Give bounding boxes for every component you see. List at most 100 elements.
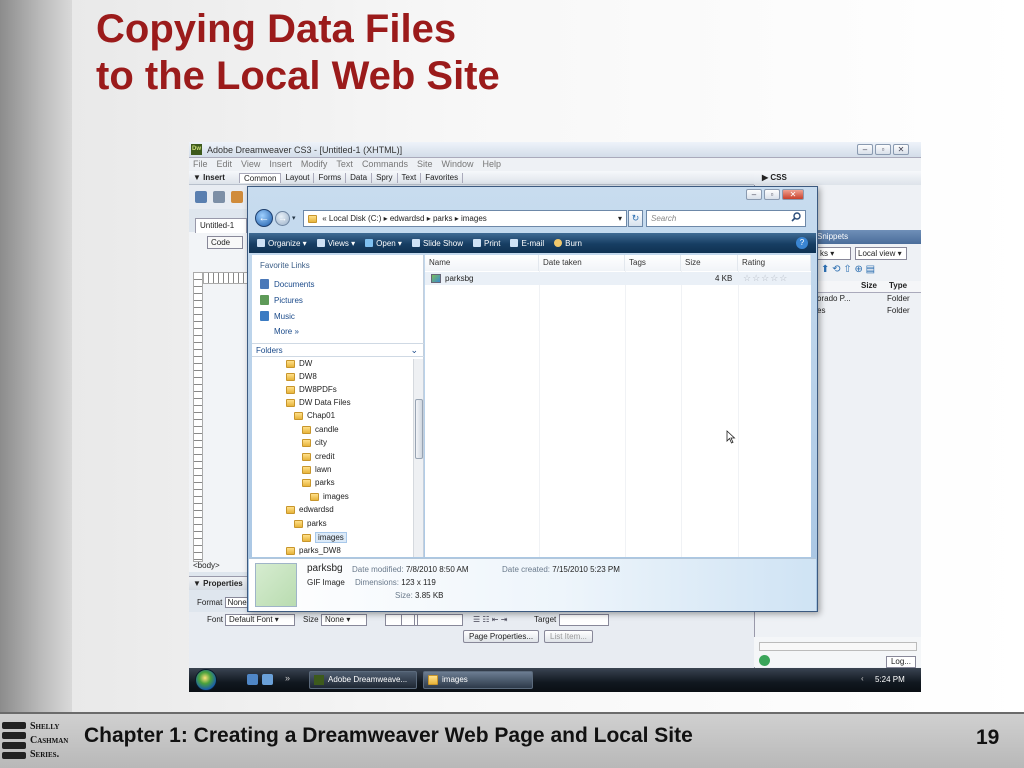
files-panel-row[interactable]: orado P... Folder	[817, 294, 921, 306]
files-col-size[interactable]: Size	[861, 281, 877, 290]
taskbar-clock[interactable]: 5:24 PM	[875, 675, 905, 684]
css-panel-header[interactable]: ▶ CSS	[754, 171, 921, 185]
snippets-tab[interactable]: Snippets	[817, 232, 848, 241]
tree-folder[interactable]: lawn	[302, 465, 331, 474]
column-size[interactable]: Size	[681, 255, 738, 271]
insert-tab-spry[interactable]: Spry	[372, 173, 398, 183]
insert-tab-data[interactable]: Data	[346, 173, 373, 183]
print-button[interactable]: Print	[472, 239, 500, 248]
organize-menu[interactable]: Organize ▾	[257, 239, 307, 248]
tree-folder-selected[interactable]: images	[302, 532, 347, 543]
tree-folder[interactable]: parks	[294, 519, 327, 528]
tree-folder[interactable]: candle	[302, 425, 339, 434]
recent-pages-chevron-icon[interactable]: ▾	[292, 214, 296, 222]
tag-selector[interactable]: <body>	[193, 561, 220, 570]
restore-button[interactable]: ▫	[875, 144, 891, 155]
size-select[interactable]: None ▾	[321, 614, 367, 626]
tray-chevron-icon[interactable]: ‹	[861, 674, 864, 683]
help-icon[interactable]: ?	[796, 237, 808, 249]
tree-folder[interactable]: parks_DW8	[286, 546, 341, 555]
menu-insert[interactable]: Insert	[269, 158, 292, 171]
taskbar-dreamweaver[interactable]: Adobe Dreamweave...	[309, 671, 417, 689]
menu-view[interactable]: View	[241, 158, 260, 171]
color-field[interactable]	[417, 614, 463, 626]
start-button[interactable]	[195, 669, 217, 691]
menu-help[interactable]: Help	[482, 158, 501, 171]
explorer-close-button[interactable]: ✕	[782, 189, 804, 200]
taskbar-explorer[interactable]: images	[423, 671, 533, 689]
menu-text[interactable]: Text	[336, 158, 353, 171]
column-name[interactable]: Name	[425, 255, 539, 271]
tree-folder[interactable]: DW8PDFs	[286, 385, 337, 394]
files-horizontal-scrollbar[interactable]	[759, 642, 917, 651]
tree-folder[interactable]: parks	[302, 478, 335, 487]
tree-folder[interactable]: DW Data Files	[286, 398, 351, 407]
refresh-button[interactable]: ↻	[628, 210, 643, 227]
files-panel-row[interactable]: es Folder	[817, 306, 921, 318]
close-button[interactable]: ✕	[893, 144, 909, 155]
slide-show-button[interactable]: Slide Show	[411, 239, 463, 248]
email-link-icon[interactable]	[213, 191, 225, 203]
insert-tab-forms[interactable]: Forms	[314, 173, 347, 183]
address-bar[interactable]: « Local Disk (C:) ▸ edwardsd ▸ parks ▸ i…	[303, 210, 627, 227]
explorer-minimize-button[interactable]: –	[746, 189, 762, 200]
files-panel-toolbar-icons[interactable]: ⬆ ⟲ ⇧ ⊕ ▤	[821, 264, 875, 275]
search-input[interactable]: Search	[646, 210, 806, 227]
insert-tab-favorites[interactable]: Favorites	[421, 173, 464, 183]
tree-folder[interactable]: edwardsd	[286, 505, 334, 514]
file-rating[interactable]: ☆☆☆☆☆	[743, 272, 788, 285]
hyperlink-icon[interactable]	[195, 191, 207, 203]
open-menu[interactable]: Open ▾	[365, 239, 402, 248]
forward-button[interactable]: →	[275, 211, 290, 226]
files-col-type[interactable]: Type	[889, 281, 907, 290]
favorite-link-pictures[interactable]: Pictures	[260, 295, 303, 305]
menu-edit[interactable]: Edit	[217, 158, 233, 171]
show-desktop-icon[interactable]	[247, 674, 258, 685]
target-select[interactable]	[559, 614, 609, 626]
menu-file[interactable]: File	[193, 158, 208, 171]
tree-folder[interactable]: Chap01	[294, 411, 335, 420]
list-indent-icons[interactable]: ☰ ☷ ⇤ ⇥	[473, 615, 507, 624]
address-dropdown-icon[interactable]: ▾	[618, 211, 622, 226]
burn-button[interactable]: Burn	[554, 239, 582, 248]
log-button[interactable]: Log...	[886, 656, 916, 668]
menu-site[interactable]: Site	[417, 158, 433, 171]
insert-tab-text[interactable]: Text	[398, 173, 422, 183]
email-button[interactable]: E-mail	[510, 239, 544, 248]
properties-panel-header[interactable]: ▼ Properties	[189, 576, 249, 590]
column-tags[interactable]: Tags	[625, 255, 681, 271]
local-view-select[interactable]: Local view ▾	[855, 247, 907, 260]
tree-folder[interactable]: DW8	[286, 372, 317, 381]
folder-tree-scrollbar[interactable]	[413, 359, 423, 557]
search-icon[interactable]	[791, 212, 801, 222]
format-select[interactable]: None	[224, 597, 250, 608]
tree-folder[interactable]: DW	[286, 359, 312, 368]
column-date-taken[interactable]: Date taken	[539, 255, 625, 271]
minimize-button[interactable]: –	[857, 144, 873, 155]
tree-folder[interactable]: credit	[302, 452, 335, 461]
folders-header[interactable]: Folders ⌄	[252, 343, 424, 357]
tree-folder[interactable]: city	[302, 438, 327, 447]
code-view-button[interactable]: Code	[207, 236, 243, 249]
favorite-links-more[interactable]: More »	[274, 327, 299, 336]
color-picker[interactable]	[401, 614, 415, 626]
menu-window[interactable]: Window	[441, 158, 473, 171]
page-properties-button[interactable]: Page Properties...	[463, 630, 540, 643]
insert-bar-label[interactable]: ▼ Insert	[193, 173, 225, 182]
menu-commands[interactable]: Commands	[362, 158, 408, 171]
favorite-link-music[interactable]: Music	[260, 311, 295, 321]
scrollbar-thumb[interactable]	[415, 399, 423, 459]
quick-launch-more-icon[interactable]: »	[285, 673, 290, 683]
column-rating[interactable]: Rating	[738, 255, 811, 271]
switch-windows-icon[interactable]	[262, 674, 273, 685]
site-select[interactable]: ks ▾	[817, 247, 851, 260]
back-button[interactable]: ←	[255, 209, 273, 227]
anchor-icon[interactable]	[231, 191, 243, 203]
explorer-maximize-button[interactable]: ▫	[764, 189, 780, 200]
tree-folder[interactable]: images	[310, 492, 349, 501]
document-tab[interactable]: Untitled-1	[195, 218, 247, 233]
file-row[interactable]: parksbg 4 KB ☆☆☆☆☆	[425, 272, 811, 285]
views-menu[interactable]: Views ▾	[316, 239, 355, 248]
list-item-button[interactable]: List Item...	[544, 630, 593, 643]
favorite-link-documents[interactable]: Documents	[260, 279, 314, 289]
